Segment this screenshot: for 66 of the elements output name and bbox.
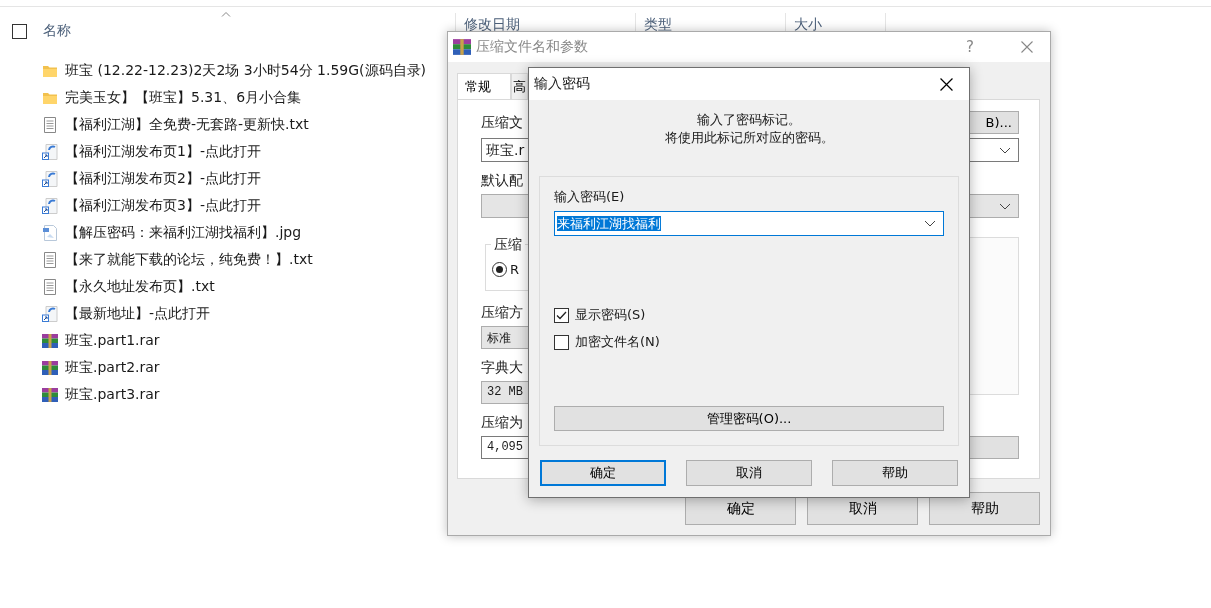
file-item[interactable]: 班宝.part1.rar: [0, 327, 160, 354]
file-name: 班宝.part2.rar: [65, 358, 160, 377]
shortcut-icon: [42, 197, 58, 214]
dialog-button[interactable]: 确定: [540, 460, 666, 486]
file-name: 【福利江湖】全免费-无套路-更新快.txt: [65, 115, 309, 134]
message-text: 输入了密码标记。: [696, 111, 802, 129]
shortcut-icon: [42, 143, 58, 160]
close-icon: [939, 77, 953, 91]
text-file-icon: [42, 116, 58, 133]
checkbox-option[interactable]: 加密文件名(N): [554, 333, 660, 351]
shortcut-icon: [42, 170, 58, 187]
file-item[interactable]: 【永久地址发布页】.txt: [0, 273, 215, 300]
text-file-icon: [42, 251, 58, 268]
archive-icon: [42, 386, 58, 403]
chevron-down-icon: [999, 203, 1011, 210]
file-name: 【福利江湖发布页2】-点此打开: [65, 169, 261, 188]
file-item[interactable]: 【福利江湖】全免费-无套路-更新快.txt: [0, 111, 309, 138]
file-item[interactable]: 【最新地址】-点此打开: [0, 300, 211, 327]
file-name: 【永久地址发布页】.txt: [65, 277, 215, 296]
checkbox-option[interactable]: 显示密码(S): [554, 306, 646, 324]
file-item[interactable]: 完美玉女】【班宝】5.31、6月小合集: [0, 84, 302, 111]
field-label: 压缩方: [481, 304, 523, 322]
file-item[interactable]: 班宝.part3.rar: [0, 381, 160, 408]
image-file-icon: [42, 224, 58, 241]
file-item[interactable]: 【来了就能下载的论坛，纯免费！】.txt: [0, 246, 313, 273]
file-item[interactable]: 班宝.part2.rar: [0, 354, 160, 381]
group-label: 压缩: [491, 236, 525, 254]
window-title: 输入密码: [534, 75, 591, 93]
file-name: 【最新地址】-点此打开: [65, 304, 211, 323]
file-name: 【福利江湖发布页3】-点此打开: [65, 196, 261, 215]
file-item[interactable]: 【解压密码：来福利江湖找福利】.jpg: [0, 219, 302, 246]
chevron-down-icon: [924, 220, 936, 227]
file-name: 完美玉女】【班宝】5.31、6月小合集: [65, 88, 302, 107]
file-name: 班宝.part3.rar: [65, 385, 160, 404]
field-label: 压缩为: [481, 414, 523, 432]
field-label: 字典大: [481, 359, 523, 377]
file-name: 【解压密码：来福利江湖找福利】.jpg: [65, 223, 302, 242]
password-field[interactable]: 来福利江湖找福利: [554, 211, 944, 236]
dialog-button[interactable]: 帮助: [832, 460, 958, 486]
text-file-icon: [42, 278, 58, 295]
manage-passwords-button[interactable]: 管理密码(O)...: [554, 406, 944, 431]
field-label: 输入密码(E): [554, 188, 626, 206]
checkbox[interactable]: [554, 307, 569, 323]
field-label: 压缩文: [481, 113, 523, 132]
field-label: 默认配: [481, 172, 523, 190]
archive-icon: [453, 38, 471, 56]
file-name: 【来了就能下载的论坛，纯免费！】.txt: [65, 250, 313, 269]
format-radio[interactable]: R: [492, 262, 520, 277]
file-name: 【福利江湖发布页1】-点此打开: [65, 142, 261, 161]
close-icon: [1021, 41, 1033, 53]
file-item[interactable]: 班宝 (12.22-12.23)2天2场 3小时54分 1.59G(源码自录): [0, 57, 426, 84]
sort-caret-icon: [221, 11, 231, 17]
file-name: 班宝.part1.rar: [65, 331, 160, 350]
file-item[interactable]: 【福利江湖发布页1】-点此打开: [0, 138, 261, 165]
archive-icon: [42, 359, 58, 376]
archive-icon: [42, 332, 58, 349]
file-item[interactable]: 【福利江湖发布页2】-点此打开: [0, 165, 261, 192]
file-name: 班宝 (12.22-12.23)2天2场 3小时54分 1.59G(源码自录): [65, 61, 426, 80]
message-text: 将使用此标记所对应的密码。: [663, 129, 835, 147]
shortcut-icon: [42, 305, 58, 322]
dialog-button[interactable]: 取消: [686, 460, 812, 486]
chevron-down-icon: [999, 147, 1011, 154]
file-item[interactable]: 【福利江湖发布页3】-点此打开: [0, 192, 261, 219]
window-title: 压缩文件名和参数: [476, 38, 589, 56]
select-all-checkbox[interactable]: [12, 23, 27, 39]
checkbox[interactable]: [554, 334, 569, 350]
